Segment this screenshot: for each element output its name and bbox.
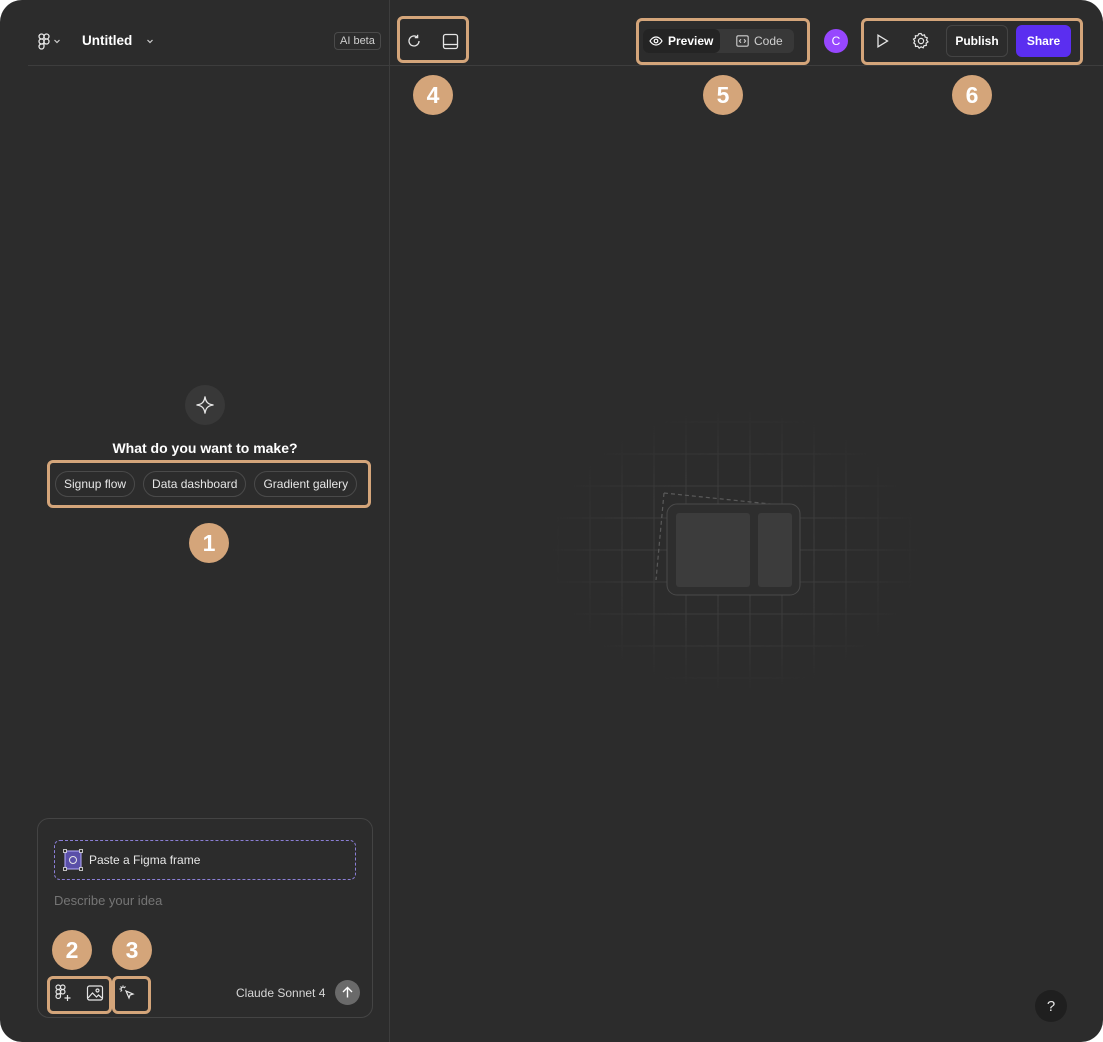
panel-bottom-icon	[442, 33, 458, 49]
avatar[interactable]: C	[824, 29, 848, 53]
play-icon	[877, 34, 889, 48]
chat-panel: Untitled AI beta What do you want to mak…	[0, 0, 390, 1042]
help-button[interactable]: ?	[1035, 990, 1067, 1022]
annotation-number-1: 1	[189, 523, 229, 563]
refresh-icon	[408, 34, 420, 47]
eye-icon	[649, 36, 663, 46]
view-mode-toggle: Preview Code	[643, 29, 794, 53]
file-title[interactable]: Untitled	[82, 33, 132, 48]
file-header: Untitled AI beta	[28, 18, 390, 66]
annotation-number-6: 6	[952, 75, 992, 115]
chevron-down-icon	[54, 39, 60, 44]
suggestion-chip-data-dashboard[interactable]: Data dashboard	[143, 471, 247, 497]
gear-icon	[912, 32, 929, 50]
cursor-sparkle-icon	[119, 985, 135, 1000]
make-sparkle-badge	[185, 385, 225, 425]
annotation-number-4: 4	[413, 75, 453, 115]
figma-menu-button[interactable]	[38, 32, 66, 50]
attach-figma-design-button[interactable]	[51, 981, 75, 1005]
ai-beta-badge: AI beta	[334, 32, 381, 50]
figma-frame-icon	[63, 849, 83, 871]
annotation-number-2: 2	[52, 930, 92, 970]
toolbar-divider	[390, 65, 1103, 66]
attach-image-button[interactable]	[83, 981, 107, 1005]
preview-tab-label: Preview	[668, 34, 714, 48]
prompt-input[interactable]	[54, 893, 354, 908]
annotation-number-5: 5	[703, 75, 743, 115]
preview-tab[interactable]: Preview	[643, 29, 720, 53]
sparkle-icon	[196, 396, 214, 414]
publish-button[interactable]: Publish	[946, 25, 1008, 57]
title-chevron-down-icon[interactable]	[146, 37, 154, 45]
send-button[interactable]	[335, 980, 360, 1005]
refresh-preview-button[interactable]	[402, 29, 426, 53]
figma-logo-icon	[38, 32, 50, 50]
arrow-up-icon	[342, 986, 353, 998]
code-tab-label: Code	[754, 34, 783, 48]
toggle-panel-button[interactable]	[438, 29, 462, 53]
figma-plus-icon	[55, 984, 71, 1001]
present-button[interactable]	[870, 29, 894, 53]
code-icon	[736, 35, 749, 47]
prompt-composer: Paste a Figma frame Describe your idea C…	[37, 818, 373, 1018]
paste-figma-frame-zone[interactable]: Paste a Figma frame	[54, 840, 356, 880]
model-selector[interactable]: Claude Sonnet 4	[236, 986, 325, 1000]
point-and-edit-button[interactable]	[115, 981, 139, 1005]
paste-frame-label: Paste a Figma frame	[89, 853, 201, 867]
settings-button[interactable]	[909, 29, 933, 53]
share-button[interactable]: Share	[1016, 25, 1071, 57]
image-icon	[86, 985, 104, 1001]
empty-state-question: What do you want to make?	[112, 440, 298, 456]
code-tab[interactable]: Code	[730, 29, 794, 53]
annotation-number-3: 3	[112, 930, 152, 970]
suggestion-chips: Signup flow Data dashboard Gradient gall…	[55, 471, 358, 497]
canvas-placeholder-illustration	[545, 405, 925, 695]
suggestion-chip-signup-flow[interactable]: Signup flow	[55, 471, 136, 497]
suggestion-chip-gradient-gallery[interactable]: Gradient gallery	[254, 471, 358, 497]
figma-make-window: Untitled AI beta What do you want to mak…	[0, 0, 1103, 1042]
